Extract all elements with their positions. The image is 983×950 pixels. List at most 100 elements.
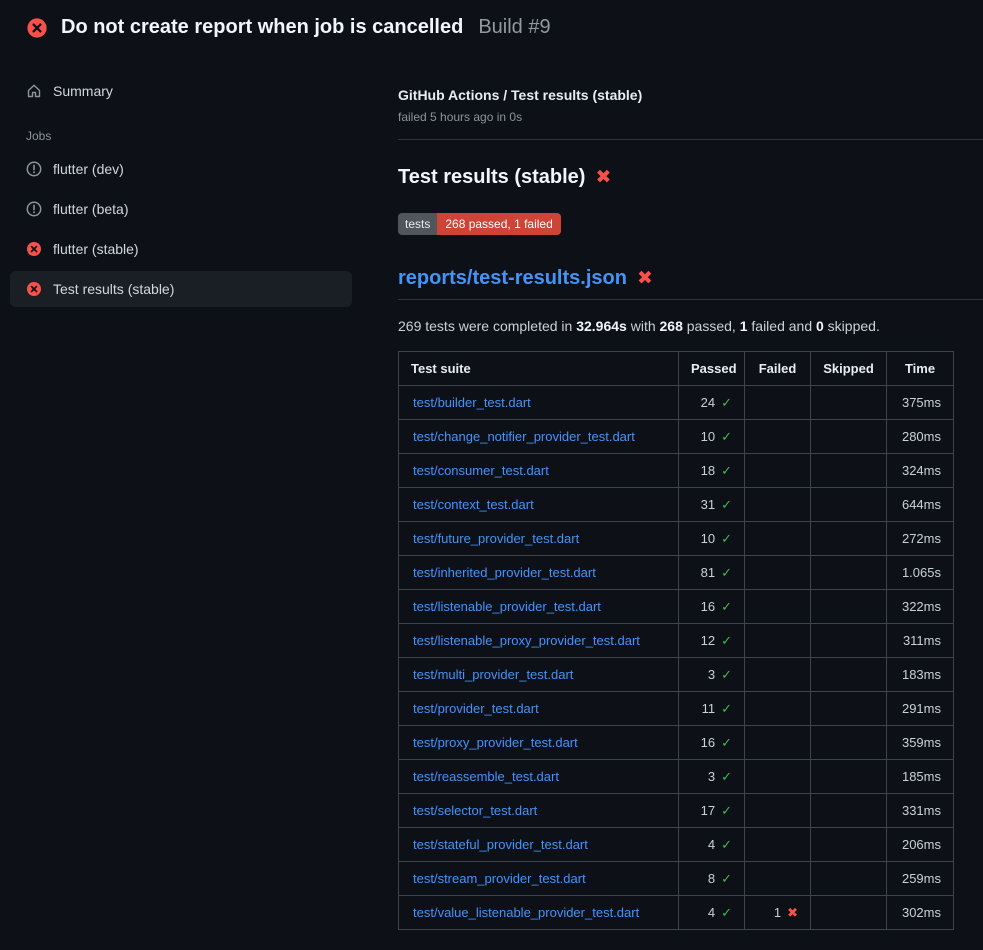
check-icon: ✓ [721, 803, 732, 818]
time-cell: 302ms [887, 896, 954, 930]
passed-cell: 12✓ [679, 624, 745, 658]
summary-text: passed, [683, 318, 740, 334]
summary-text: failed and [748, 318, 817, 334]
jobs-sidebar: Summary Jobs flutter (dev)flutter (beta)… [0, 51, 370, 311]
suite-link[interactable]: test/stream_provider_test.dart [413, 871, 586, 886]
passed-count: 18 [701, 463, 715, 478]
summary-passed-count: 268 [660, 318, 683, 334]
skipped-cell [811, 828, 887, 862]
summary-skipped-count: 0 [816, 318, 824, 334]
failed-cell [745, 658, 811, 692]
section-title-row: Test results (stable) ✖ [398, 166, 983, 189]
summary-duration: 32.964s [576, 318, 627, 334]
suite-link[interactable]: test/future_provider_test.dart [413, 531, 579, 546]
divider [398, 139, 983, 140]
check-icon: ✓ [721, 633, 732, 648]
sidebar-item-summary[interactable]: Summary [10, 73, 352, 109]
time-cell: 291ms [887, 692, 954, 726]
passed-count: 4 [708, 837, 715, 852]
suite-link[interactable]: test/listenable_provider_test.dart [413, 599, 601, 614]
suite-link[interactable]: test/provider_test.dart [413, 701, 539, 716]
suite-link[interactable]: test/consumer_test.dart [413, 463, 549, 478]
column-header-skipped: Skipped [811, 352, 887, 386]
build-number: Build #9 [478, 16, 550, 39]
check-icon: ✓ [721, 735, 732, 750]
time-cell: 1.065s [887, 556, 954, 590]
passed-cell: 17✓ [679, 794, 745, 828]
check-icon: ✓ [721, 395, 732, 410]
summary-failed-count: 1 [740, 318, 748, 334]
report-link[interactable]: reports/test-results.json [398, 267, 627, 290]
table-row: test/multi_provider_test.dart 3✓ 183ms [399, 658, 954, 692]
skipped-cell [811, 454, 887, 488]
suite-link[interactable]: test/stateful_provider_test.dart [413, 837, 588, 852]
passed-cell: 24✓ [679, 386, 745, 420]
passed-cell: 3✓ [679, 760, 745, 794]
table-row: test/builder_test.dart 24✓ 375ms [399, 386, 954, 420]
summary-text: with [627, 318, 660, 334]
passed-count: 8 [708, 871, 715, 886]
suite-link[interactable]: test/value_listenable_provider_test.dart [413, 905, 639, 920]
time-cell: 359ms [887, 726, 954, 760]
passed-cell: 16✓ [679, 590, 745, 624]
time-cell: 324ms [887, 454, 954, 488]
badge-value: 268 passed, 1 failed [437, 213, 560, 235]
failed-cell [745, 794, 811, 828]
time-cell: 206ms [887, 828, 954, 862]
suite-link[interactable]: test/multi_provider_test.dart [413, 667, 573, 682]
skipped-cell [811, 624, 887, 658]
time-cell: 644ms [887, 488, 954, 522]
suite-cell: test/builder_test.dart [399, 386, 679, 420]
tests-badge: tests 268 passed, 1 failed [398, 213, 561, 235]
failed-cell [745, 726, 811, 760]
report-title-row: reports/test-results.json ✖ [398, 267, 983, 300]
failed-x-icon: ✖ [637, 269, 653, 288]
passed-count: 3 [708, 667, 715, 682]
suite-cell: test/reassemble_test.dart [399, 760, 679, 794]
passed-cell: 8✓ [679, 862, 745, 896]
suite-link[interactable]: test/builder_test.dart [413, 395, 531, 410]
suite-link[interactable]: test/proxy_provider_test.dart [413, 735, 578, 750]
failed-cell [745, 692, 811, 726]
suite-cell: test/future_provider_test.dart [399, 522, 679, 556]
table-row: test/stateful_provider_test.dart 4 ✓ 206m… [399, 828, 954, 862]
suite-link[interactable]: test/inherited_provider_test.dart [413, 565, 596, 580]
passed-count: 3 [708, 769, 715, 784]
page-title: Do not create report when job is cancell… [61, 16, 463, 39]
x-icon: ✖ [787, 905, 798, 920]
time-cell: 259ms [887, 862, 954, 896]
passed-cell: 11✓ [679, 692, 745, 726]
suite-link[interactable]: test/reassemble_test.dart [413, 769, 559, 784]
skipped-cell [811, 862, 887, 896]
sidebar-item-job[interactable]: flutter (beta) [10, 191, 352, 227]
sidebar-item-label: flutter (beta) [53, 201, 128, 217]
suite-link[interactable]: test/selector_test.dart [413, 803, 537, 818]
suite-link[interactable]: test/change_notifier_provider_test.dart [413, 429, 635, 444]
check-icon: ✓ [721, 599, 732, 614]
sidebar-item-job[interactable]: flutter (stable) [10, 231, 352, 267]
failed-cell [745, 862, 811, 896]
time-cell: 331ms [887, 794, 954, 828]
suite-link[interactable]: test/listenable_proxy_provider_test.dart [413, 633, 640, 648]
passed-cell: 4✓ [679, 896, 745, 930]
failed-cell [745, 828, 811, 862]
run-meta: failed 5 hours ago in 0s [398, 110, 983, 124]
table-row: test/reassemble_test.dart 3✓ 185ms [399, 760, 954, 794]
alert-circle-icon [26, 201, 42, 217]
sidebar-item-job[interactable]: Test results (stable) [10, 271, 352, 307]
table-row: test/provider_test.dart 11✓ 291ms [399, 692, 954, 726]
check-icon: ✓ [721, 565, 732, 580]
failed-cell [745, 590, 811, 624]
table-row: test/value_listenable_provider_test.dart… [399, 896, 954, 930]
time-cell: 322ms [887, 590, 954, 624]
check-icon: ✓ [721, 497, 732, 512]
check-run-panel: GitHub Actions / Test results (stable) f… [370, 51, 983, 930]
skipped-cell [811, 726, 887, 760]
failed-cell [745, 760, 811, 794]
suite-cell: test/multi_provider_test.dart [399, 658, 679, 692]
check-icon: ✓ [721, 837, 732, 852]
time-cell: 183ms [887, 658, 954, 692]
sidebar-item-job[interactable]: flutter (dev) [10, 151, 352, 187]
suite-cell: test/provider_test.dart [399, 692, 679, 726]
suite-link[interactable]: test/context_test.dart [413, 497, 534, 512]
